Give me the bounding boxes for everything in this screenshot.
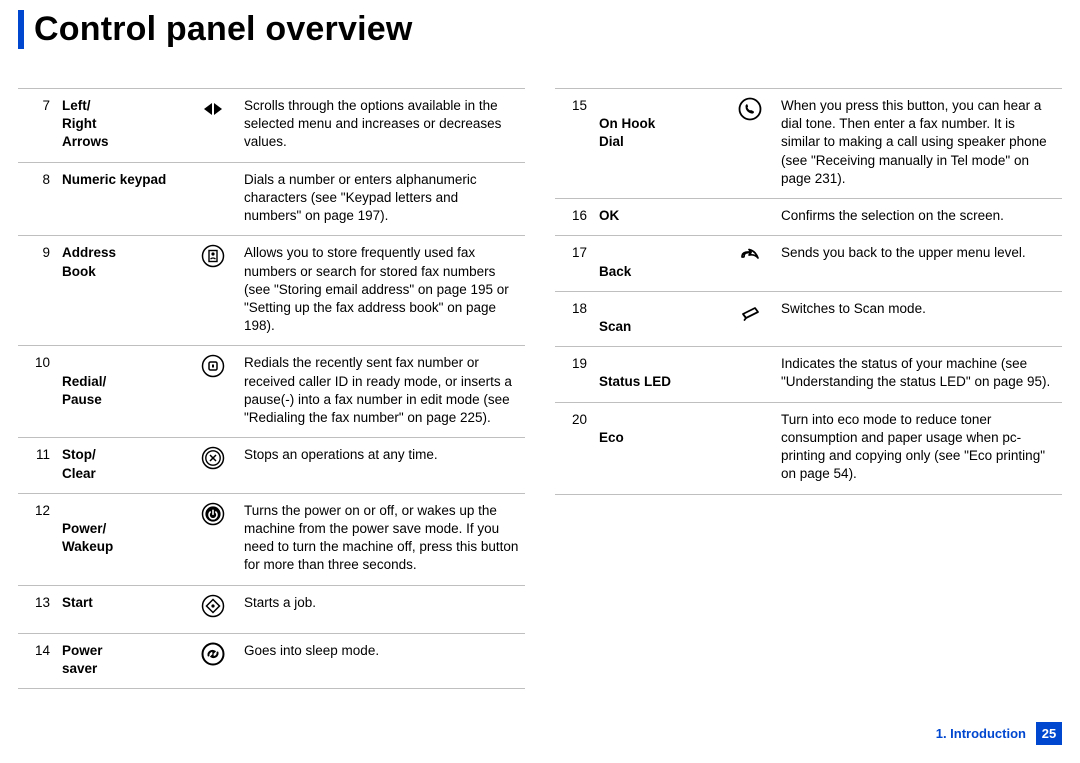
row-name: Left/RightArrows [56,89,188,163]
row-name: Powersaver [56,633,188,688]
footer-page-number: 25 [1036,722,1062,745]
row-icon-cell [725,89,775,199]
table-row: 7Left/RightArrows Scrolls through the opt… [18,89,525,163]
row-description: Sends you back to the upper menu level. [775,236,1062,291]
row-name: Scan [593,291,725,346]
row-name: Start [56,585,188,633]
row-description: When you press this button, you can hear… [775,89,1062,199]
table-row: 14Powersaver Goes into sleep mode. [18,633,525,688]
row-icon-cell [188,585,238,633]
row-description: Turn into eco mode to reduce toner consu… [775,402,1062,494]
row-icon-cell [188,89,238,163]
row-number: 9 [18,236,56,346]
row-name: OK [593,199,725,236]
table-row: 16OK Confirms the selection on the screen… [555,199,1062,236]
table-row: 9AddressBook Allows you to store frequent… [18,236,525,346]
row-description: Stops an operations at any time. [238,438,525,493]
row-icon-cell [725,347,775,402]
row-number: 12 [18,493,56,585]
back-icon [738,244,762,268]
table-row: 19 Status LED Indicates the status of you… [555,347,1062,402]
row-icon-cell [188,438,238,493]
row-name: On HookDial [593,89,725,199]
scan-icon [738,300,762,324]
left-column: 7Left/RightArrows Scrolls through the opt… [18,88,525,693]
row-number: 10 [18,346,56,438]
row-icon-cell [725,402,775,494]
row-icon-cell [188,633,238,688]
row-number: 7 [18,89,56,163]
row-number: 20 [555,402,593,494]
row-name: Numeric keypad [56,162,238,236]
stop-clear-icon [201,446,225,470]
row-description: Scrolls through the options available in… [238,89,525,163]
row-description: Allows you to store frequently used fax … [238,236,525,346]
manual-page: Control panel overview 7Left/RightArrows… [0,0,1080,763]
table-row: 12 Power/Wakeup Turns the power on or off… [18,493,525,585]
row-name: Stop/Clear [56,438,188,493]
row-description: Goes into sleep mode. [238,633,525,688]
row-description: Confirms the selection on the screen. [775,199,1062,236]
row-name: Power/Wakeup [56,493,188,585]
table-row: 10 Redial/Pause Redials the recently sent… [18,346,525,438]
table-row: 15 On HookDial When you press this button… [555,89,1062,199]
row-name: Back [593,236,725,291]
row-icon-cell [725,236,775,291]
row-number: 15 [555,89,593,199]
table-row: 17 Back Sends you back to the upper menu … [555,236,1062,291]
start-icon [201,594,225,618]
row-description: Redials the recently sent fax number or … [238,346,525,438]
row-description: Turns the power on or off, or wakes up t… [238,493,525,585]
power-wakeup-icon [201,502,225,526]
row-name: Status LED [593,347,725,402]
table-row: 13Start Starts a job. [18,585,525,633]
row-number: 16 [555,199,593,236]
page-title: Control panel overview [34,10,1062,49]
row-icon-cell [188,346,238,438]
row-icon-cell [188,493,238,585]
row-description: Starts a job. [238,585,525,633]
row-number: 13 [18,585,56,633]
page-title-wrap: Control panel overview [18,10,1062,49]
right-table: 15 On HookDial When you press this button… [555,88,1062,495]
row-description: Dials a number or enters alphanumeric ch… [238,162,525,236]
row-number: 19 [555,347,593,402]
row-icon-cell [725,291,775,346]
left-table: 7Left/RightArrows Scrolls through the opt… [18,88,525,689]
power-saver-icon [201,642,225,666]
row-name: Eco [593,402,725,494]
row-number: 11 [18,438,56,493]
address-book-icon [201,244,225,268]
row-number: 17 [555,236,593,291]
page-footer: 1. Introduction 25 [926,722,1062,745]
table-row: 8Numeric keypadDials a number or enters … [18,162,525,236]
row-number: 8 [18,162,56,236]
row-description: Switches to Scan mode. [775,291,1062,346]
row-name: AddressBook [56,236,188,346]
table-row: 18 Scan Switches to Scan mode. [555,291,1062,346]
table-row: 20 Eco Turn into eco mode to reduce toner… [555,402,1062,494]
row-icon-cell [725,199,775,236]
row-number: 14 [18,633,56,688]
content-columns: 7Left/RightArrows Scrolls through the opt… [18,88,1062,693]
right-column: 15 On HookDial When you press this button… [555,88,1062,693]
footer-chapter: 1. Introduction [926,722,1036,745]
row-icon-cell [188,236,238,346]
redial-pause-icon [201,354,225,378]
row-name: Redial/Pause [56,346,188,438]
left-right-arrows-icon [201,97,225,121]
row-number: 18 [555,291,593,346]
on-hook-dial-icon [738,97,762,121]
row-description: Indicates the status of your machine (se… [775,347,1062,402]
table-row: 11Stop/Clear Stops an operations at any t… [18,438,525,493]
